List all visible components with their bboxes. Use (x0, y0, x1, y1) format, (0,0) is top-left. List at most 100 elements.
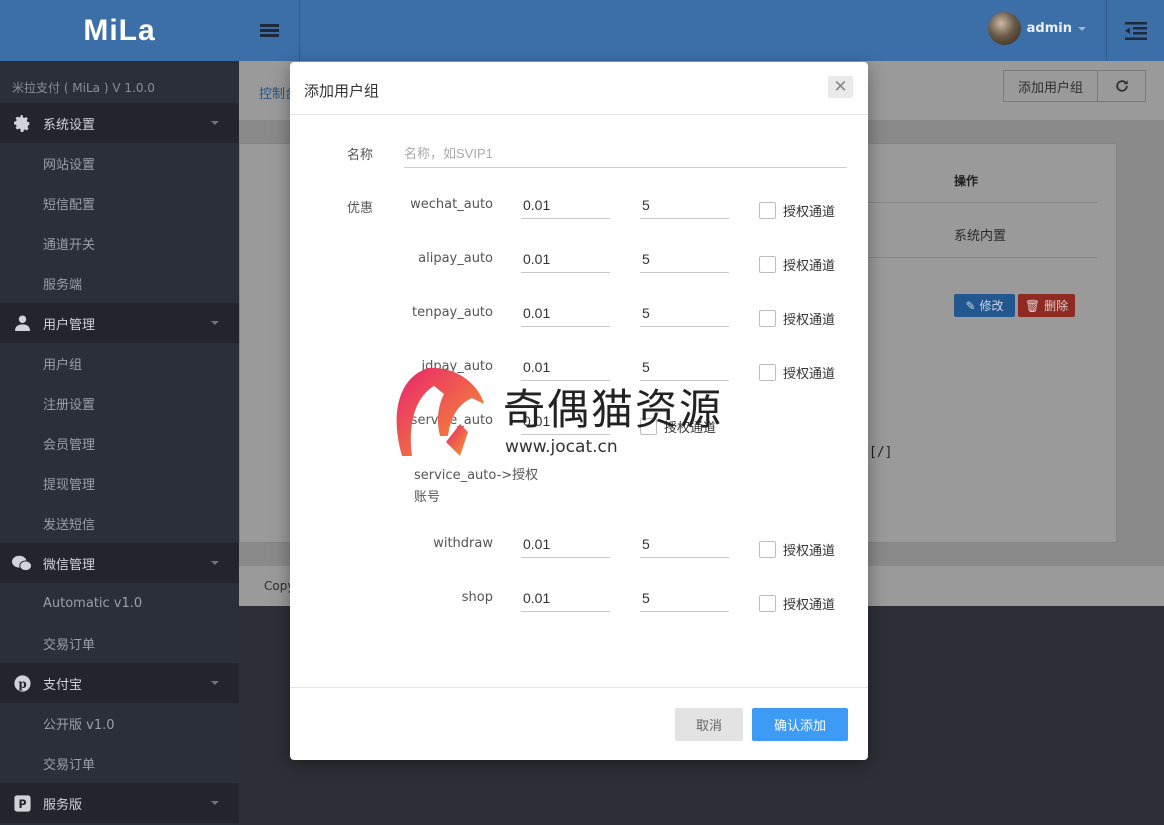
edit-button[interactable]: ✎ 修改 (954, 294, 1015, 317)
chevron-down-icon (211, 681, 219, 685)
column-header-operation: 操作 (954, 174, 979, 188)
modal-footer: 取消 确认添加 (290, 687, 868, 760)
checkbox-label: 授权通道 (783, 598, 836, 613)
sidebar-item-wechat-orders[interactable]: 交易订单 (0, 623, 239, 663)
checkbox-label: 授权通道 (783, 367, 836, 382)
sidebar-group-wechat[interactable]: 微信管理 (0, 543, 239, 583)
count-input[interactable] (640, 245, 729, 273)
sidebar-group-label: 微信管理 (43, 557, 96, 573)
sidebar-item-public-version[interactable]: 公开版 v1.0 (0, 703, 239, 743)
sidebar-group-label: 支付宝 (43, 677, 83, 693)
avatar (987, 12, 1021, 45)
user-icon (12, 313, 32, 333)
sidebar-group-label: 系统设置 (43, 117, 96, 133)
brand-logo[interactable]: MiLa (0, 0, 239, 61)
sidebar-item-alipay-orders[interactable]: 交易订单 (0, 743, 239, 783)
sidebar-item-server[interactable]: 服务端 (0, 263, 239, 303)
channel-key: withdraw (433, 536, 493, 551)
close-button[interactable]: ✕ (828, 76, 853, 98)
sidebar-collapse-button[interactable] (1106, 0, 1164, 61)
pagination-text: [/] (869, 445, 893, 460)
operation-cell: 系统内置 (954, 229, 1007, 244)
sidebar-item-sms-config[interactable]: 短信配置 (0, 183, 239, 223)
pinterest-icon: p (12, 673, 32, 693)
user-menu[interactable]: admin (987, 12, 1086, 45)
wechat-icon (12, 553, 32, 573)
edit-label: 修改 (979, 299, 1004, 313)
authorize-channel-checkbox[interactable]: 授权通道 (759, 540, 835, 559)
rate-input[interactable] (521, 191, 610, 219)
sidebar-group-service-version[interactable]: P 服务版 (0, 783, 239, 823)
count-input[interactable] (640, 530, 729, 558)
confirm-add-button[interactable]: 确认添加 (752, 708, 848, 741)
group-name-input[interactable] (404, 140, 847, 168)
sidebar-item-member-management[interactable]: 会员管理 (0, 423, 239, 463)
modal-title: 添加用户组 (304, 82, 380, 100)
close-icon: ✕ (833, 77, 848, 97)
checkbox-label: 授权通道 (783, 313, 836, 328)
sidebar-item-user-group[interactable]: 用户组 (0, 343, 239, 383)
authorize-channel-checkbox[interactable]: 授权通道 (759, 255, 835, 274)
count-input[interactable] (640, 584, 729, 612)
checkbox-box (759, 310, 776, 327)
username: admin (1026, 21, 1072, 36)
checkbox-box (759, 595, 776, 612)
sidebar: MiLa 米拉支付 ( MiLa ) V 1.0.0 系统设置 网站设置 短信配… (0, 0, 239, 825)
sidebar-item-register-settings[interactable]: 注册设置 (0, 383, 239, 423)
sidebar-group-system-settings[interactable]: 系统设置 (0, 103, 239, 143)
sidebar-group-user-management[interactable]: 用户管理 (0, 303, 239, 343)
chevron-down-icon (211, 801, 219, 805)
channel-key: tenpay_auto (411, 305, 493, 320)
cancel-button[interactable]: 取消 (675, 708, 743, 741)
sidebar-group-label: 用户管理 (43, 317, 96, 333)
checkbox-box (759, 364, 776, 381)
channel-key: shop (461, 590, 493, 605)
svg-text:p: p (18, 676, 26, 690)
add-user-group-button[interactable]: 添加用户组 (1003, 70, 1098, 102)
edit-icon: ✎ (965, 298, 976, 313)
chevron-down-icon (211, 561, 219, 565)
refresh-button[interactable] (1098, 70, 1146, 102)
watermark-url: www.jocat.cn (505, 437, 618, 457)
checkbox-box (759, 256, 776, 273)
topbar: admin (239, 0, 1164, 61)
sidebar-item-channel-switch[interactable]: 通道开关 (0, 223, 239, 263)
p-badge-icon: P (12, 793, 32, 813)
rate-input[interactable] (521, 584, 610, 612)
modal-header: 添加用户组 ✕ (290, 62, 868, 115)
count-input[interactable] (640, 299, 729, 327)
chevron-down-icon (211, 321, 219, 325)
checkbox-label: 授权通道 (783, 259, 836, 274)
authorize-channel-checkbox[interactable]: 授权通道 (759, 363, 835, 382)
svg-text:P: P (18, 797, 26, 810)
trash-icon: 🗑 (1024, 298, 1041, 313)
rate-input[interactable] (521, 299, 610, 327)
version-label: 米拉支付 ( MiLa ) V 1.0.0 (12, 81, 155, 95)
authorize-channel-checkbox[interactable]: 授权通道 (759, 201, 835, 220)
checkbox-label: 授权通道 (783, 205, 836, 220)
delete-button[interactable]: 🗑 删除 (1018, 294, 1075, 317)
checkbox-label: 授权通道 (783, 544, 836, 559)
refresh-icon (1115, 80, 1128, 92)
indent-icon (1124, 21, 1147, 40)
count-input[interactable] (640, 191, 729, 219)
authorize-channel-checkbox[interactable]: 授权通道 (759, 594, 835, 613)
gear-icon (12, 113, 32, 133)
sidebar-item-send-sms[interactable]: 发送短信 (0, 503, 239, 543)
checkbox-box (759, 202, 776, 219)
rate-input[interactable] (521, 530, 610, 558)
rate-input[interactable] (521, 245, 610, 273)
app-root: MiLa 米拉支付 ( MiLa ) V 1.0.0 系统设置 网站设置 短信配… (0, 0, 1164, 825)
sidebar-item-automatic[interactable]: Automatic v1.0 (0, 583, 239, 623)
channel-key: alipay_auto (418, 251, 493, 266)
sidebar-group-label: 服务版 (43, 797, 83, 813)
sidebar-item-site-settings[interactable]: 网站设置 (0, 143, 239, 183)
service-account-label: service_auto->授权账号 (414, 468, 539, 505)
authorize-channel-checkbox[interactable]: 授权通道 (759, 309, 835, 328)
menu-toggle-button[interactable] (239, 0, 300, 61)
checkbox-box (759, 541, 776, 558)
sidebar-group-alipay[interactable]: p 支付宝 (0, 663, 239, 703)
chevron-down-icon (211, 121, 219, 125)
watermark-logo-icon (396, 367, 484, 456)
sidebar-item-withdraw-management[interactable]: 提现管理 (0, 463, 239, 503)
